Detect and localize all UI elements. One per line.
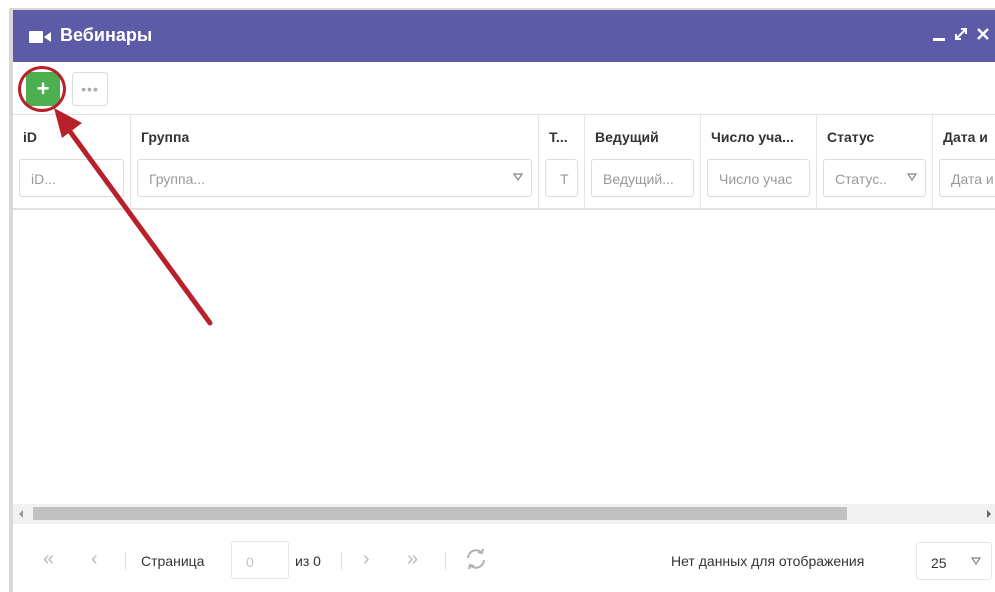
filter-participants-input[interactable]: Число учас: [707, 159, 810, 197]
no-data-message: Нет данных для отображения: [671, 553, 865, 569]
video-camera-icon: [29, 31, 51, 43]
more-options-button[interactable]: •••: [72, 72, 108, 106]
refresh-icon[interactable]: [463, 546, 489, 572]
dropdown-icon: [907, 173, 917, 181]
column-header-status[interactable]: Статус: [827, 129, 874, 145]
column-type: Т... Т: [539, 115, 585, 209]
scroll-left-icon[interactable]: [19, 510, 23, 518]
column-header-type[interactable]: Т...: [549, 129, 568, 145]
toolbar: + •••: [13, 62, 995, 116]
filter-type-input[interactable]: Т: [545, 159, 578, 197]
close-icon[interactable]: [975, 24, 991, 44]
first-page-icon[interactable]: «: [43, 548, 54, 571]
page-label: Страница: [141, 553, 205, 569]
filter-status-placeholder: Статус..: [835, 171, 888, 187]
pager-divider: [445, 552, 446, 570]
scrollbar-thumb[interactable]: [33, 507, 847, 520]
column-id: iD iD...: [13, 115, 131, 209]
pager: « ‹ Страница 0 из 0 › » Нет данных для о…: [13, 526, 995, 592]
window-title: Вебинары: [60, 25, 153, 45]
window-titlebar[interactable]: Вебинары: [13, 10, 995, 62]
column-status: Статус Статус..: [817, 115, 933, 209]
horizontal-scrollbar[interactable]: [13, 504, 995, 524]
last-page-icon[interactable]: »: [407, 548, 418, 571]
filter-host-input[interactable]: Ведущий...: [591, 159, 694, 197]
column-host: Ведущий Ведущий...: [585, 115, 701, 209]
filter-group-select[interactable]: Группа...: [137, 159, 532, 197]
dropdown-icon: [971, 557, 981, 565]
column-group: Группа Группа...: [131, 115, 539, 209]
column-header-participants[interactable]: Число уча...: [711, 129, 794, 145]
next-page-icon[interactable]: ›: [363, 548, 370, 571]
webinars-window: Вебинары + ••• iD iD... Группа Группа...…: [9, 8, 995, 592]
add-button[interactable]: +: [26, 72, 60, 106]
scroll-right-icon[interactable]: [987, 510, 991, 518]
prev-page-icon[interactable]: ‹: [91, 548, 98, 571]
column-participants: Число уча... Число учас: [701, 115, 817, 209]
minimize-icon[interactable]: [931, 24, 947, 44]
page-number-input[interactable]: 0: [231, 541, 289, 579]
page-size-select[interactable]: 25: [916, 542, 992, 580]
column-header-group[interactable]: Группа: [141, 129, 189, 145]
filter-group-placeholder: Группа...: [149, 171, 206, 187]
column-header-id[interactable]: iD: [23, 129, 37, 145]
filter-id-input[interactable]: iD...: [19, 159, 124, 197]
pager-divider: [341, 552, 342, 570]
column-date: Дата и Дата и: [933, 115, 995, 209]
filter-status-select[interactable]: Статус..: [823, 159, 926, 197]
maximize-icon[interactable]: [953, 24, 969, 44]
pager-divider: [125, 552, 126, 570]
dropdown-icon: [513, 173, 523, 181]
page-size-value: 25: [931, 555, 947, 571]
page-total-label: из 0: [295, 553, 321, 569]
column-header-date[interactable]: Дата и: [943, 129, 988, 145]
column-header-host[interactable]: Ведущий: [595, 129, 659, 145]
data-grid-header: iD iD... Группа Группа... Т... Т Ведущий…: [13, 114, 995, 210]
filter-date-input[interactable]: Дата и: [939, 159, 995, 197]
